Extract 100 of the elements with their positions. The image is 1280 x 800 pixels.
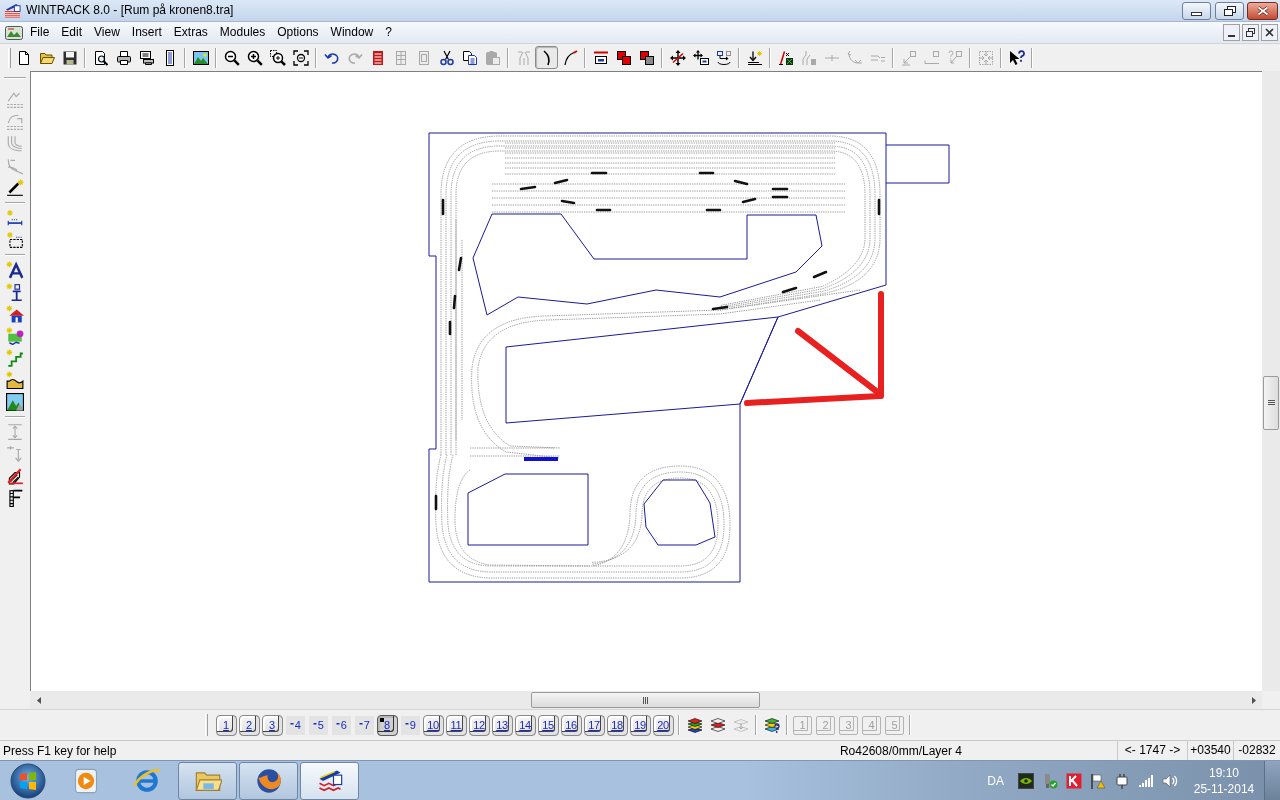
- signal-bars-icon[interactable]: [1138, 772, 1154, 789]
- overlapping-squares-icon: [615, 49, 632, 66]
- parallel-tracks-icon: [6, 135, 24, 153]
- framed-box-icon: [592, 49, 609, 66]
- corner-line-icon: [923, 49, 940, 66]
- landscape-picture-icon: [192, 49, 209, 66]
- layer-button[interactable]: 2: [239, 714, 260, 736]
- layer-button[interactable]: 8: [377, 714, 398, 736]
- cut-icon: [438, 49, 455, 66]
- document-restore-button[interactable]: [1242, 24, 1259, 41]
- selected-track-piece: [524, 457, 558, 461]
- letter-a-icon: [6, 261, 24, 279]
- printer-icon: [115, 49, 132, 66]
- dimension-line-icon: [6, 209, 24, 227]
- terrain-button[interactable]: [3, 369, 27, 391]
- window-title: WINTRACK 8.0 - [Rum på kronen8.tra]: [26, 3, 234, 18]
- fox-globe-icon: [254, 766, 283, 795]
- grip-icon: [1267, 400, 1275, 406]
- layer-button[interactable]: 13: [492, 714, 513, 736]
- speaker-icon[interactable]: [1162, 772, 1178, 789]
- k-logo-icon[interactable]: [1066, 772, 1082, 789]
- flag-warning-icon[interactable]: [1090, 772, 1106, 789]
- track-curve-icon: [6, 157, 24, 175]
- track-switch-icon: [515, 49, 532, 66]
- zoom-in-icon: [246, 49, 263, 66]
- current-layer-marker-icon: [380, 717, 384, 722]
- move-box-icon: [692, 49, 709, 66]
- grip-icon: [642, 696, 649, 704]
- layer-button[interactable]: 19: [630, 714, 651, 736]
- flex-curve-icon: [6, 113, 24, 131]
- help-cursor-icon: [1008, 49, 1025, 66]
- layer-button[interactable]: 1: [216, 714, 237, 736]
- menu-item[interactable]: Options: [271, 23, 325, 42]
- layer-button[interactable]: 6: [332, 715, 351, 735]
- mountain-picture-icon: [6, 393, 24, 411]
- clock-time: 19:10: [1209, 764, 1239, 781]
- menu-item[interactable]: Modules: [213, 23, 272, 42]
- move-arrows-icon: [669, 49, 686, 66]
- minimize-button[interactable]: [1182, 2, 1211, 20]
- curved-track-button[interactable]: [535, 46, 558, 69]
- status-info: Ro42608/0mm/Layer 4: [838, 742, 964, 760]
- zoom-out-icon: [223, 49, 240, 66]
- layer-button[interactable]: 4: [286, 715, 305, 735]
- menu-item[interactable]: Extras: [167, 23, 214, 42]
- pillar-icon: [6, 489, 24, 507]
- corner-arrow-icon: [900, 49, 917, 66]
- close-button[interactable]: [1247, 2, 1278, 20]
- zoom-extents-icon: [292, 49, 309, 66]
- globe-ring-icon: [132, 766, 161, 795]
- layer-button[interactable]: 9: [401, 715, 420, 735]
- minimize-icon: [1191, 11, 1202, 16]
- restore-button[interactable]: [1215, 2, 1244, 20]
- question-corner-icon: [946, 49, 963, 66]
- menu-item[interactable]: Insert: [125, 23, 168, 42]
- magic-wand-icon: [6, 179, 24, 197]
- close-icon: [1265, 28, 1274, 37]
- layer-button[interactable]: 15: [538, 714, 559, 736]
- layer-button[interactable]: 3: [262, 714, 283, 736]
- layer-button[interactable]: 5: [309, 715, 328, 735]
- copy-icon: [461, 49, 478, 66]
- layer-button[interactable]: 10: [423, 714, 444, 736]
- menu-item[interactable]: ?: [379, 23, 398, 42]
- layer-button[interactable]: 11: [446, 714, 467, 736]
- track-branch-icon: [846, 49, 863, 66]
- status-help-text: Press F1 key for help: [2, 742, 118, 760]
- rotate-icon: [715, 49, 732, 66]
- printer-page-icon: [138, 49, 155, 66]
- layer-button[interactable]: 7: [355, 715, 374, 735]
- flex-track-icon: [561, 49, 578, 66]
- menu-item[interactable]: File: [24, 23, 56, 42]
- layer-button[interactable]: 17: [584, 714, 605, 736]
- overlapping-squares-icon: [638, 49, 655, 66]
- menu-item[interactable]: View: [88, 23, 126, 42]
- device-check-icon[interactable]: [1042, 772, 1058, 789]
- minimize-icon: [1228, 35, 1235, 37]
- menu-item[interactable]: Edit: [55, 23, 89, 42]
- scrollbar-thumb[interactable]: [531, 692, 760, 708]
- taskbar-button[interactable]: [239, 761, 298, 800]
- taskbar-button[interactable]: [300, 761, 359, 800]
- mountain-picture-button[interactable]: [3, 391, 27, 413]
- app-logo-icon: [4, 2, 21, 19]
- layer-button[interactable]: 18: [607, 714, 628, 736]
- eye-logo-icon[interactable]: [1018, 772, 1034, 789]
- scrollbar-thumb[interactable]: [1263, 376, 1279, 430]
- layer-question-icon: [763, 717, 780, 733]
- insert-arrow-icon: [746, 49, 763, 66]
- house-icon: [6, 305, 24, 323]
- layer-button[interactable]: 16: [561, 714, 582, 736]
- restore-icon: [1246, 28, 1255, 37]
- clock-date: 25-11-2014: [1193, 780, 1255, 797]
- layer-button[interactable]: 14: [515, 714, 536, 736]
- document-close-button[interactable]: [1261, 24, 1278, 41]
- menu-item[interactable]: Window: [324, 23, 380, 42]
- power-plug-icon[interactable]: [1114, 772, 1130, 789]
- vertical-dimension-icon: [6, 423, 24, 441]
- layer-button[interactable]: 20: [653, 714, 674, 736]
- document-minimize-button[interactable]: [1223, 24, 1240, 41]
- left-arrow-icon: [36, 696, 41, 704]
- layer-button[interactable]: 12: [469, 714, 490, 736]
- compress-arrows-icon: [977, 49, 994, 66]
